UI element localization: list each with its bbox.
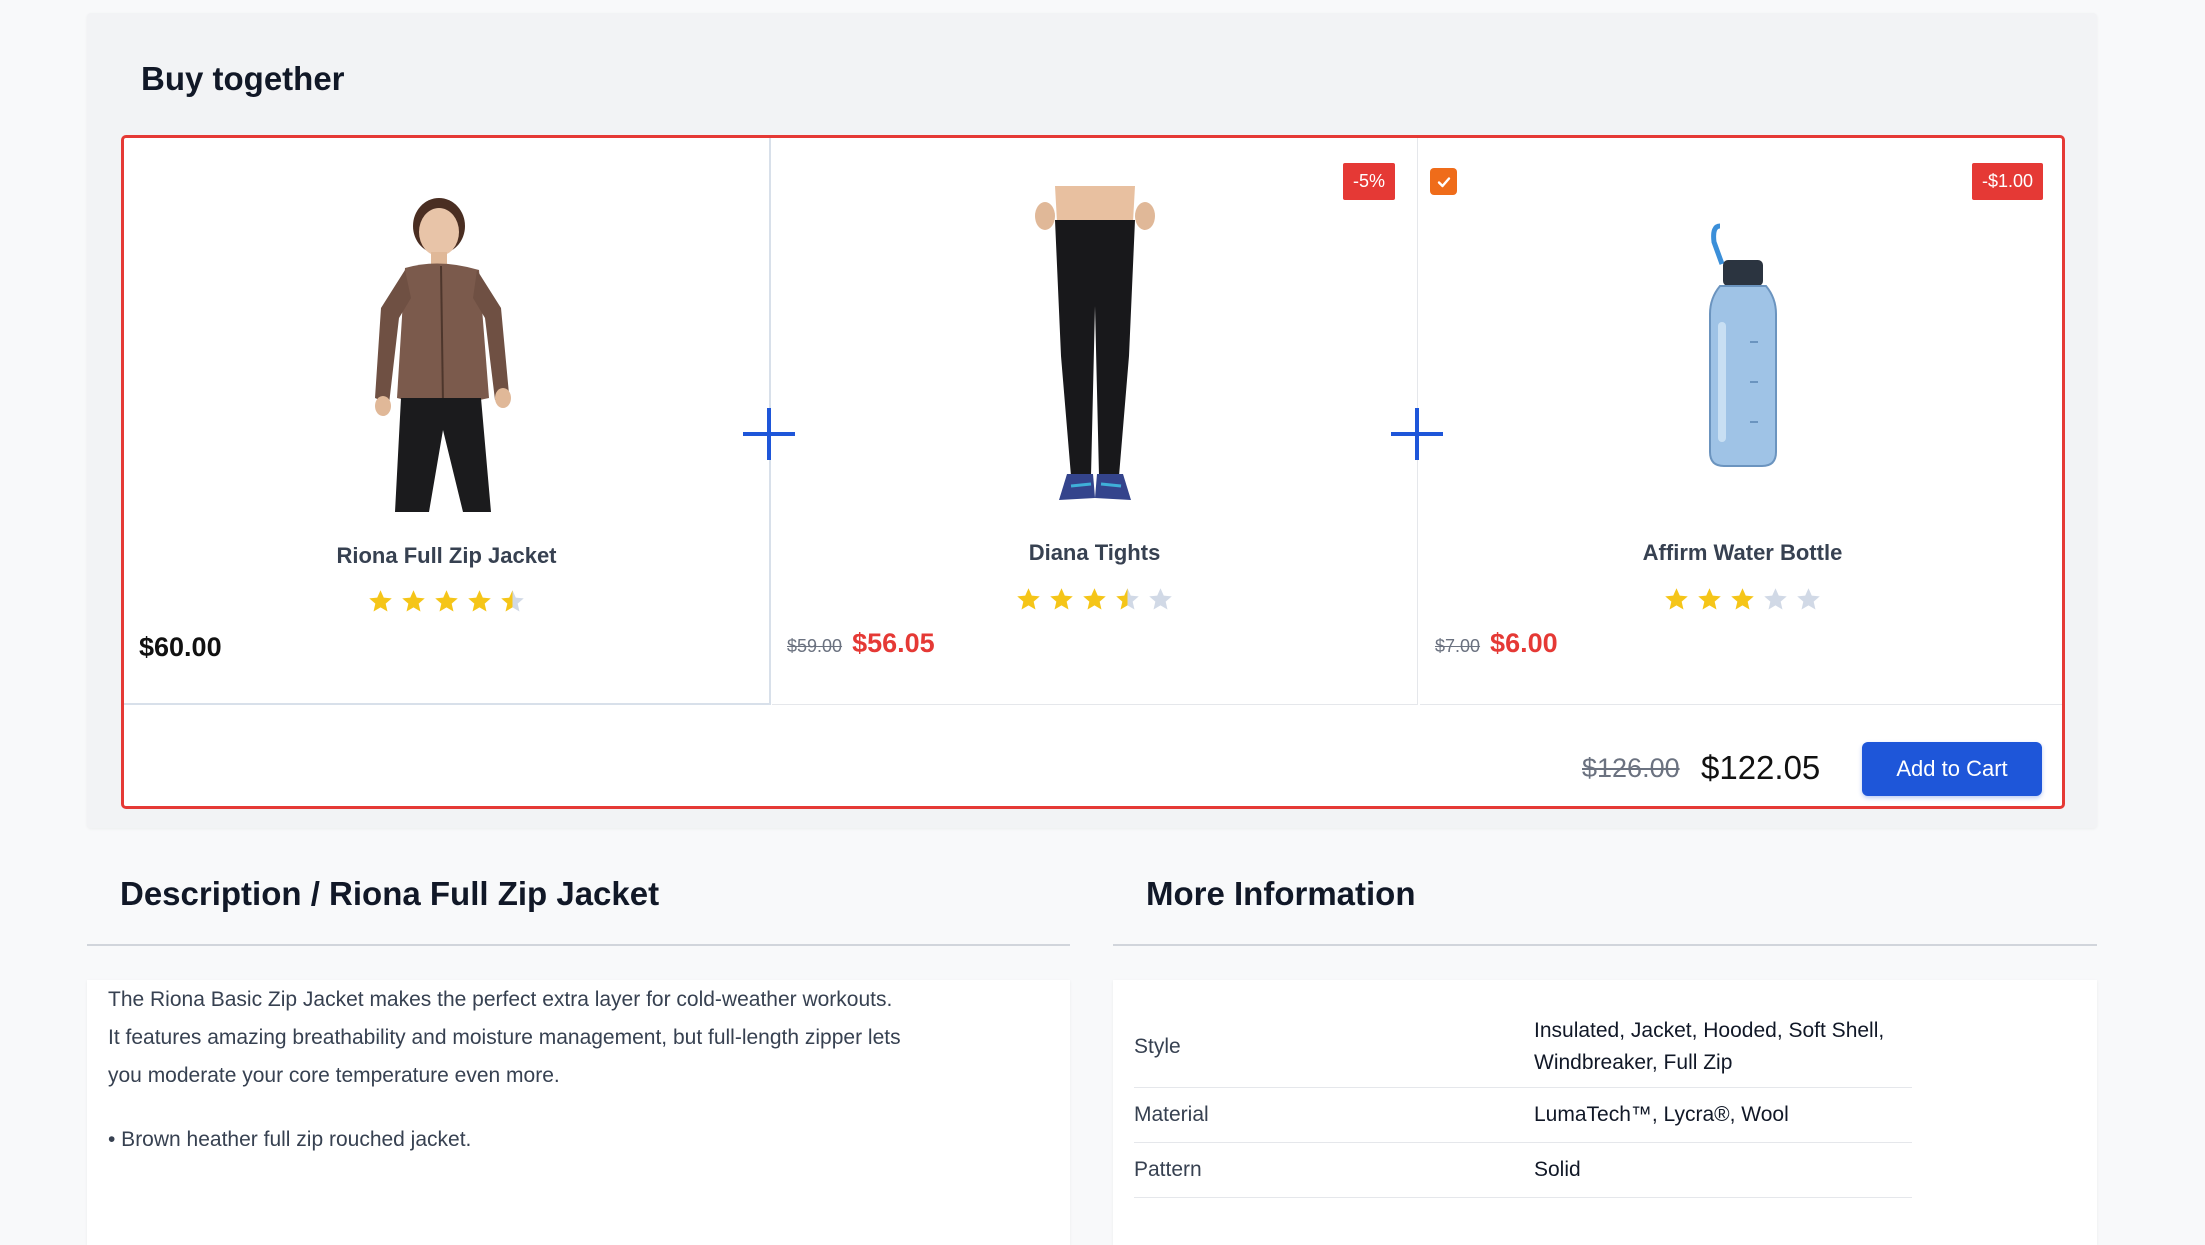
- star-empty-icon: [1764, 588, 1787, 610]
- section-divider: [1113, 944, 2097, 946]
- section-divider: [87, 944, 1070, 946]
- star-half-icon: [501, 590, 524, 612]
- star-filled-icon: [435, 590, 458, 612]
- info-label: Material: [1134, 1103, 1209, 1126]
- info-table: Style Insulated, Jacket, Hooded, Soft Sh…: [1134, 1006, 1912, 1198]
- info-row-pattern: Pattern Solid: [1134, 1143, 1912, 1198]
- star-filled-icon: [1665, 588, 1688, 610]
- product-image-tights[interactable]: [772, 186, 1417, 506]
- jacket-image: [374, 198, 511, 512]
- star-filled-icon: [468, 590, 491, 612]
- rating-stars: [772, 586, 1417, 613]
- price-row: $60.00: [139, 632, 222, 663]
- buy-together-box: Riona Full Zip Jacket $60.00 -5% Diana T…: [121, 135, 2065, 809]
- product-price: $56.05: [852, 628, 935, 658]
- info-value: LumaTech™, Lycra®, Wool: [1534, 1103, 1789, 1126]
- total-old-price: $126.00: [1582, 753, 1680, 783]
- description-paragraph: The Riona Basic Zip Jacket makes the per…: [108, 988, 901, 1087]
- discount-badge: -$1.00: [1971, 163, 2043, 200]
- info-row-material: Material LumaTech™, Lycra®, Wool: [1134, 1088, 1912, 1143]
- star-empty-icon: [1149, 588, 1172, 610]
- star-half-icon: [1116, 588, 1139, 610]
- rating-stars: [124, 588, 769, 615]
- bottle-image: [1708, 223, 1777, 467]
- star-filled-icon: [1017, 588, 1040, 610]
- product-name[interactable]: Affirm Water Bottle: [1420, 540, 2062, 566]
- more-info-title: More Information: [1146, 875, 1416, 912]
- product-card-affirm-bottle[interactable]: -$1.00 Affirm Water Bottle $7.00 $6.00: [1420, 138, 2062, 705]
- star-filled-icon: [1050, 588, 1073, 610]
- total-price: $122.05: [1701, 749, 1821, 786]
- star-filled-icon: [1698, 588, 1721, 610]
- rating-stars: [1420, 586, 2062, 613]
- description-title: Description / Riona Full Zip Jacket: [120, 875, 660, 912]
- tights-image: [1034, 186, 1155, 500]
- info-value: Insulated, Jacket, Hooded, Soft Shell, W…: [1534, 1018, 1885, 1074]
- description-bullet: • Brown heather full zip rouched jacket.: [108, 1128, 472, 1151]
- star-filled-icon: [1083, 588, 1106, 610]
- product-price: $60.00: [139, 632, 222, 662]
- star-filled-icon: [402, 590, 425, 612]
- star-filled-icon: [1731, 588, 1754, 610]
- info-label: Pattern: [1134, 1158, 1202, 1181]
- product-image-bottle[interactable]: [1420, 222, 2062, 472]
- description-card: The Riona Basic Zip Jacket makes the per…: [87, 980, 1070, 1245]
- star-filled-icon: [369, 590, 392, 612]
- product-image-jacket[interactable]: [124, 198, 769, 512]
- add-to-cart-button[interactable]: Add to Cart: [1862, 742, 2042, 796]
- price-row: $59.00 $56.05: [787, 628, 935, 659]
- info-label: Style: [1134, 1034, 1181, 1058]
- product-card-riona-jacket[interactable]: Riona Full Zip Jacket $60.00: [124, 138, 771, 705]
- more-info-card: Style Insulated, Jacket, Hooded, Soft Sh…: [1113, 980, 2097, 1245]
- checkbox-checked-icon[interactable]: [1430, 168, 1457, 195]
- product-card-diana-tights[interactable]: -5% Diana Tights $59.00 $56.05: [772, 138, 1418, 705]
- product-name[interactable]: Riona Full Zip Jacket: [124, 543, 769, 569]
- star-empty-icon: [1797, 588, 1820, 610]
- info-row-style: Style Insulated, Jacket, Hooded, Soft Sh…: [1134, 1006, 1912, 1088]
- product-name[interactable]: Diana Tights: [772, 540, 1417, 566]
- price-row: $7.00 $6.00: [1435, 628, 1558, 659]
- product-price: $6.00: [1490, 628, 1558, 658]
- product-old-price: $59.00: [787, 636, 843, 656]
- buy-together-panel: Buy together Riona Full Zip Jacket $60.0…: [87, 13, 2097, 828]
- info-value: Solid: [1534, 1158, 1581, 1181]
- product-old-price: $7.00: [1435, 636, 1481, 656]
- buy-together-title: Buy together: [141, 60, 345, 97]
